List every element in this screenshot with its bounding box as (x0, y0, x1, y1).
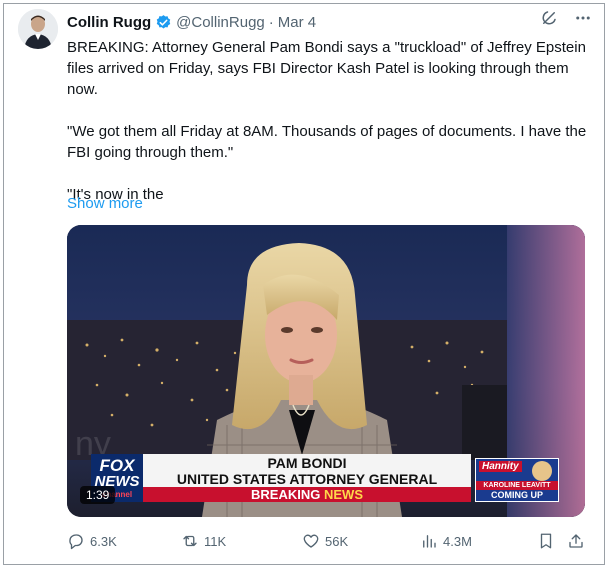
reply-icon (67, 532, 85, 550)
like-count: 56K (325, 533, 349, 549)
avatar[interactable] (18, 9, 58, 49)
bookmark-button[interactable] (537, 529, 555, 553)
views-button[interactable]: 4.3M (420, 529, 472, 553)
network-logo-top: FOX (99, 456, 135, 475)
repost-count: 11K (204, 533, 227, 549)
lower-third-name: PAM BONDI (267, 455, 347, 471)
more-icon[interactable] (574, 9, 592, 27)
like-icon (302, 532, 320, 550)
promo-guest: KAROLINE LEAVITT (476, 481, 558, 490)
verified-badge-icon (155, 14, 172, 31)
reply-button[interactable]: 6.3K (67, 529, 117, 553)
tweet-paragraph: "It's now in the (67, 186, 164, 203)
tweet-text: BREAKING: Attorney General Pam Bondi say… (67, 37, 592, 205)
tweet-card[interactable]: Collin Rugg @CollinRugg · Mar 4 BREAKING… (3, 3, 605, 565)
author-name[interactable]: Collin Rugg (67, 14, 151, 31)
lower-third-title: UNITED STATES ATTORNEY GENERAL (176, 471, 438, 487)
separator-dot: · (268, 13, 274, 31)
breaking-news-bar: BREAKING NEWS (143, 487, 471, 502)
views-count: 4.3M (443, 533, 472, 549)
tweet-date[interactable]: Mar 4 (278, 14, 316, 31)
tweet-paragraph: BREAKING: Attorney General Pam Bondi say… (67, 39, 586, 98)
breaking-label: BREAKING (251, 487, 321, 502)
promo-status: COMING UP (490, 490, 543, 500)
chyron: FOX NEWS channel PAM BONDI UNITED STATES… (91, 454, 561, 502)
repost-button[interactable]: 11K (181, 529, 226, 553)
tweet-paragraph: "We got them all Friday at 8AM. Thousand… (67, 123, 587, 161)
share-icon (567, 532, 585, 550)
video-player[interactable]: ny FOX NEWS channel PAM BONDI UNITED STA… (67, 225, 585, 517)
video-duration: 1:39 (80, 486, 116, 504)
lower-third: PAM BONDI UNITED STATES ATTORNEY GENERAL (143, 454, 471, 487)
reply-count: 6.3K (90, 533, 117, 549)
promo-box: Hannity KAROLINE LEAVITT COMING UP (475, 458, 559, 502)
like-button[interactable]: 56K (302, 529, 348, 553)
views-icon (420, 532, 438, 550)
author-handle[interactable]: @CollinRugg (176, 14, 265, 31)
header-icons (540, 9, 592, 27)
promo-show: Hannity (479, 461, 522, 472)
news-label: NEWS (323, 487, 363, 502)
grok-icon[interactable] (540, 9, 558, 27)
tweet-header: Collin Rugg @CollinRugg · Mar 4 (67, 11, 316, 33)
promo-guest-photo (532, 461, 552, 481)
avatar-photo (18, 9, 58, 49)
repost-icon (181, 532, 199, 550)
show-more-link[interactable]: Show more (67, 195, 143, 212)
bookmark-icon (537, 532, 555, 550)
action-bar: 6.3K 11K 56K 4.3M (67, 529, 587, 553)
share-button[interactable] (567, 529, 585, 553)
